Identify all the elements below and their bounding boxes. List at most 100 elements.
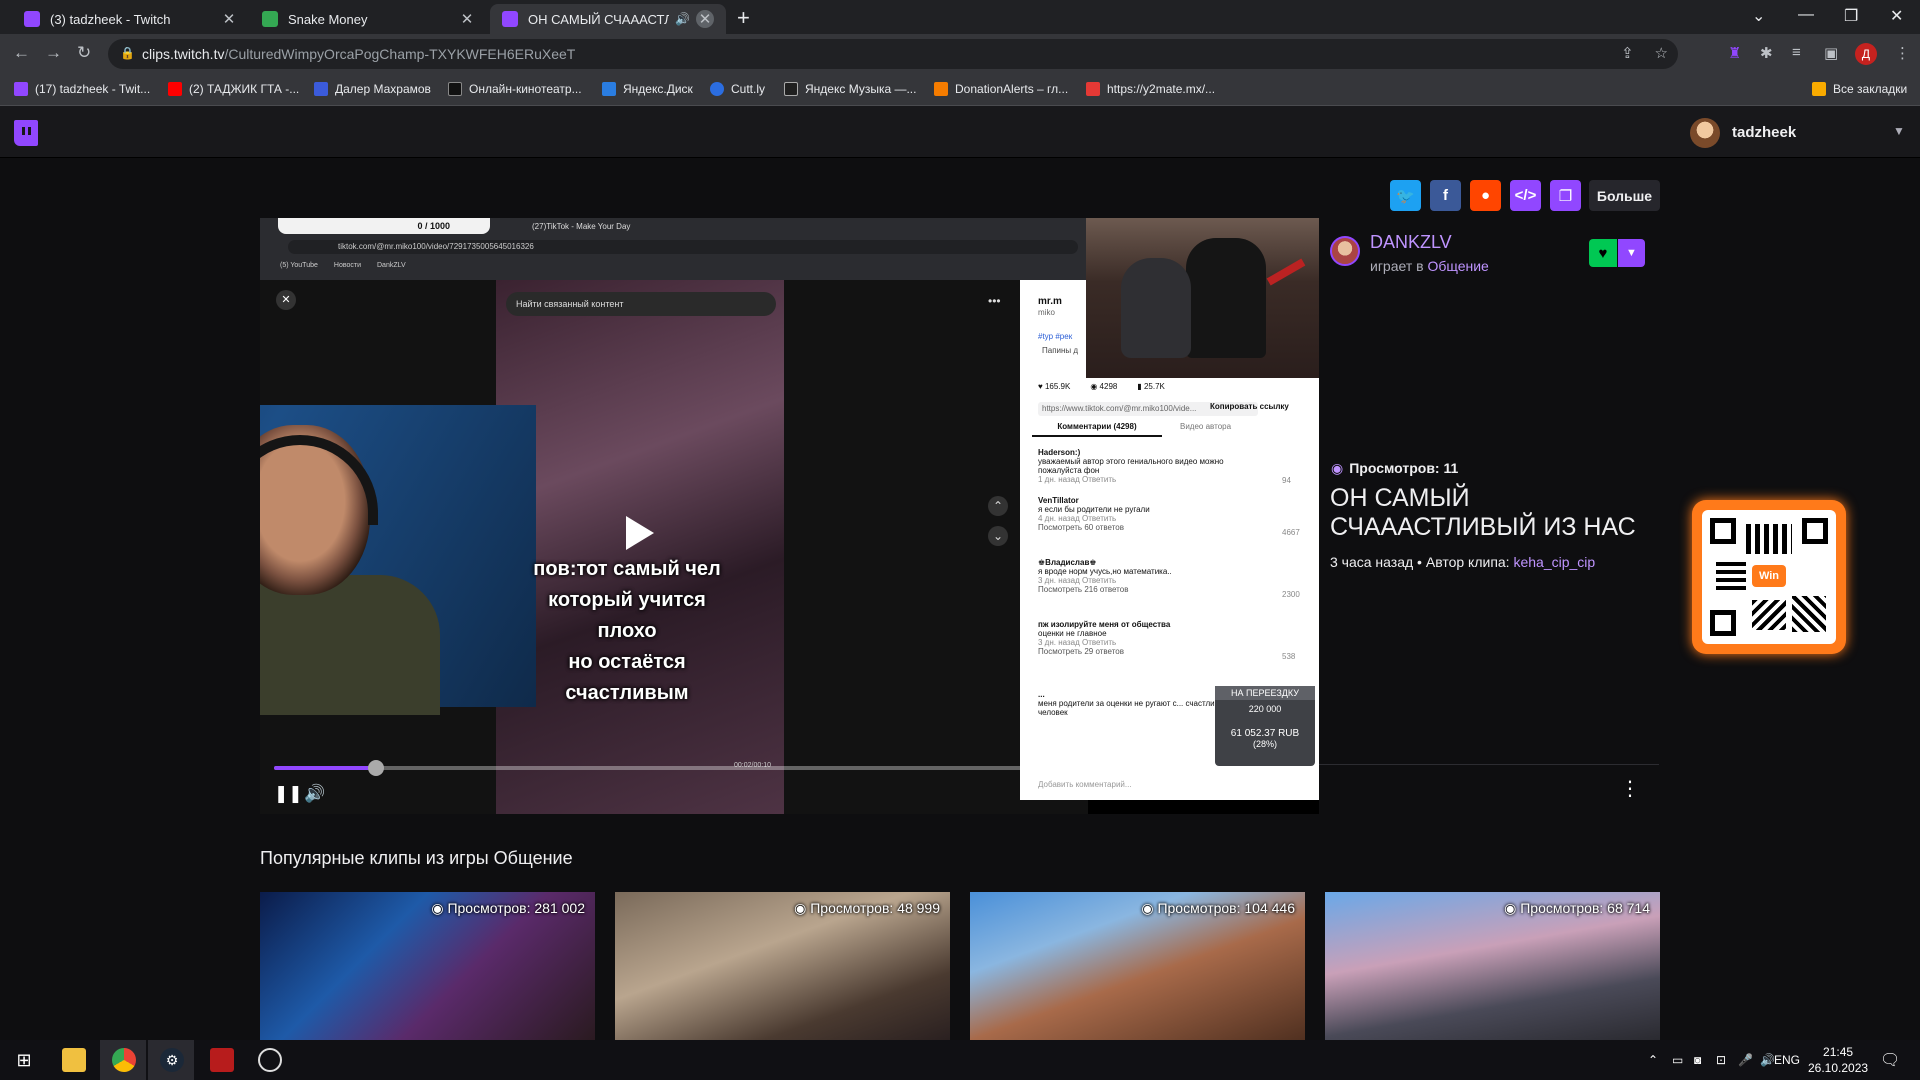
share-reddit-button[interactable]: ● — [1470, 180, 1501, 211]
facecam-top — [1086, 218, 1319, 378]
tab-search-icon[interactable]: ⌄ — [1752, 6, 1765, 26]
bookmark-item[interactable]: (2) ТАДЖИК ГТА -... — [168, 82, 299, 96]
streamer-silhouette — [1121, 258, 1191, 358]
network-icon[interactable]: ▭ — [1672, 1053, 1683, 1067]
video-progress-bar[interactable] — [274, 760, 1294, 776]
language-indicator[interactable]: ENG — [1774, 1053, 1800, 1067]
share-more-button[interactable]: Больше — [1589, 180, 1660, 211]
streamer-avatar[interactable] — [1330, 236, 1360, 266]
browser-toolbar: ← → ↻ 🔒 clips.twitch.tv/CulturedWimpyOrc… — [0, 34, 1920, 74]
all-bookmarks-button[interactable]: Все закладки — [1812, 82, 1907, 96]
video-comment: ♚Владислав♚ я вроде норм учусь,но матема… — [1038, 558, 1172, 594]
tray-overflow-icon[interactable]: ⌃ — [1648, 1053, 1658, 1067]
clip-title: ОН САМЫЙ СЧАААСТЛИВЫЙ ИЗ НАС — [1330, 484, 1636, 541]
windows-start-icon[interactable]: ⊞ — [12, 1048, 36, 1072]
popular-clip-card[interactable]: ◉ Просмотров: 281 002 — [260, 892, 595, 1040]
browser-menu-icon[interactable]: ⋮ — [1895, 44, 1910, 62]
bookmark-item[interactable]: DonationAlerts – гл... — [934, 82, 1068, 96]
share-page-icon[interactable]: ⇪ — [1621, 45, 1634, 62]
bookmark-star-icon[interactable]: ☆ — [1655, 45, 1668, 62]
close-tab-icon[interactable]: ✕ — [220, 10, 238, 28]
clip-video-player[interactable]: 0 / 1000 (27)TikTok - Make Your Day tikt… — [260, 218, 1319, 814]
bookmark-item[interactable]: Яндекс.Диск — [602, 82, 693, 96]
share-facebook-button[interactable]: f — [1430, 180, 1461, 211]
bookmark-item[interactable]: Яндекс Музыка —... — [784, 82, 916, 96]
address-url[interactable]: clips.twitch.tv/CulturedWimpyOrcaPogCham… — [142, 46, 575, 62]
chevron-down-icon[interactable]: ▼ — [1893, 124, 1905, 138]
media-controls-icon[interactable]: ≡ — [1792, 44, 1801, 61]
pause-button[interactable]: ❚❚ — [274, 784, 303, 804]
reload-button[interactable]: ↻ — [77, 43, 91, 63]
wifi-icon[interactable]: ⊡ — [1716, 1053, 1726, 1067]
speaker-icon[interactable]: 🔊 — [1760, 1053, 1775, 1067]
profile-avatar[interactable]: Д — [1855, 43, 1877, 65]
obs-icon[interactable] — [258, 1048, 282, 1072]
close-window-button[interactable]: ✕ — [1890, 6, 1903, 26]
user-avatar[interactable] — [1690, 118, 1720, 148]
twitch-favicon-icon — [502, 11, 518, 27]
popular-clip-card[interactable]: ◉ Просмотров: 104 446 — [970, 892, 1305, 1040]
system-clock[interactable]: 21:45 26.10.2023 — [1808, 1044, 1868, 1076]
camera-icon[interactable]: ◙ — [1694, 1053, 1701, 1067]
fullscreen-icon[interactable]: ⛶ — [1288, 784, 1300, 804]
tab-clip-active[interactable]: ОН САМЫЙ СЧАААСТЛИ 🔊 ✕ — [490, 4, 726, 34]
restore-window-button[interactable]: ❐ — [1844, 6, 1858, 26]
user-name[interactable]: tadzheek — [1732, 124, 1796, 141]
qr-win-logo: Win — [1752, 565, 1786, 587]
heart-icon: ♥ — [1598, 244, 1608, 262]
file-explorer-icon[interactable] — [62, 1048, 86, 1072]
bookmark-item[interactable]: (17) tadzheek - Twit... — [14, 82, 150, 96]
tab-twitch[interactable]: (3) tadzheek - Twitch ✕ — [12, 4, 250, 34]
popular-clip-card[interactable]: ◉ Просмотров: 68 714 — [1325, 892, 1660, 1040]
video-inner-url: tiktok.com/@mr.miko100/video/72917350056… — [288, 240, 1078, 254]
microphone-icon[interactable]: 🎤 — [1738, 1053, 1753, 1067]
settings-gear-icon[interactable]: ⚙ — [1228, 784, 1243, 804]
streamer-name[interactable]: DANKZLV — [1370, 232, 1452, 253]
minimize-window-button[interactable]: — — [1798, 6, 1814, 24]
popular-clip-card[interactable]: ◉ Просмотров: 48 999 — [615, 892, 950, 1040]
close-tab-icon[interactable]: ✕ — [458, 10, 476, 28]
clip-author-link[interactable]: keha_cip_cip — [1513, 554, 1595, 570]
follow-button[interactable]: ♥ — [1589, 239, 1617, 267]
video-progress-handle[interactable] — [368, 760, 384, 776]
game-link[interactable]: Общение — [1427, 258, 1488, 274]
twitch-extension-icon[interactable]: ♜ — [1728, 44, 1741, 62]
address-bar[interactable]: 🔒 clips.twitch.tv/CulturedWimpyOrcaPogCh… — [108, 39, 1678, 69]
share-embed-button[interactable]: </> — [1510, 180, 1541, 211]
tab-audio-icon[interactable]: 🔊 — [675, 12, 690, 26]
new-tab-button[interactable]: + — [737, 5, 750, 31]
back-button[interactable]: ← — [13, 43, 30, 63]
video-comment: пж изолируйте меня от общества оценки не… — [1038, 620, 1171, 656]
streamer-torso — [260, 575, 440, 715]
cast-icon[interactable]: ⧉ — [1258, 784, 1270, 804]
follow-options-button[interactable]: ▼ — [1618, 239, 1645, 267]
notifications-icon[interactable]: 🗨 — [1880, 1050, 1900, 1070]
close-tab-icon[interactable]: ✕ — [696, 10, 714, 28]
steam-icon[interactable]: ⚙ — [160, 1048, 184, 1072]
forward-button[interactable]: → — [45, 43, 62, 63]
video-inner-tab: (27)TikTok - Make Your Day — [532, 222, 631, 231]
bookmark-favicon-icon — [448, 82, 462, 96]
tab-snake-money[interactable]: Snake Money ✕ — [250, 4, 488, 34]
bookmark-item[interactable]: Cutt.ly — [710, 82, 765, 96]
bookmark-item[interactable]: https://y2mate.mx/... — [1086, 82, 1215, 96]
side-panel-icon[interactable]: ▣ — [1824, 44, 1838, 62]
video-inner-bookmarks: (5) YouTube Новости DankZLV — [280, 262, 406, 269]
headset — [260, 435, 378, 525]
twitch-logo-icon[interactable] — [14, 120, 38, 146]
chrome-icon[interactable] — [112, 1048, 136, 1072]
clip-view-count: ◉ Просмотров: 68 714 — [1504, 900, 1650, 916]
extensions-puzzle-icon[interactable]: ✱ — [1760, 44, 1773, 62]
video-comment: ... меня родители за оценки не ругают с.… — [1038, 690, 1230, 717]
lock-icon[interactable]: 🔒 — [120, 46, 135, 60]
code-icon: </> — [1514, 187, 1537, 204]
donation-goal-widget: НА ПЕРЕЕЗДКУ 220 000 61 052.37 RUB (28%) — [1215, 686, 1315, 766]
share-twitter-button[interactable]: 🐦 — [1390, 180, 1421, 211]
copy-link-button[interactable]: ❐ — [1550, 180, 1581, 211]
bookmark-item[interactable]: Далер Махрамов — [314, 82, 431, 96]
dota-icon[interactable] — [210, 1048, 234, 1072]
volume-icon[interactable]: 🔊 — [304, 784, 325, 804]
bookmark-item[interactable]: Онлайн-кинотеатр... — [448, 82, 582, 96]
play-icon[interactable] — [626, 516, 654, 550]
more-options-icon[interactable]: ⋮ — [1620, 776, 1640, 801]
